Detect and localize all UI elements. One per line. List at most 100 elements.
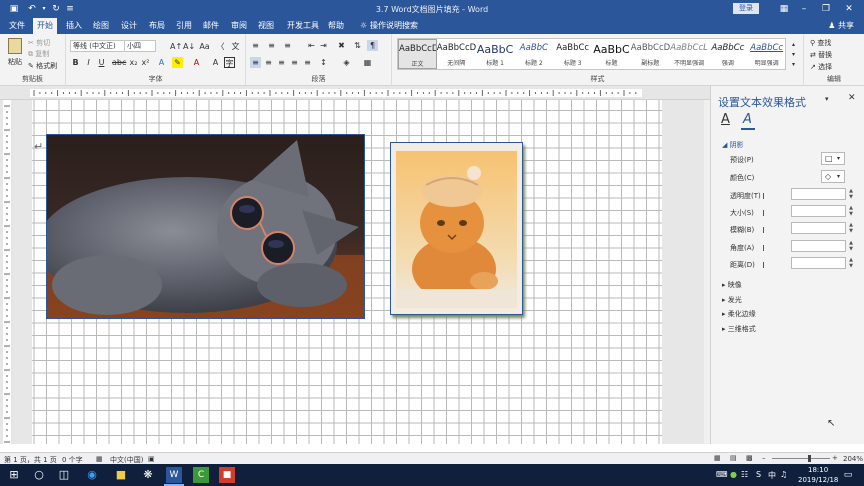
close-icon[interactable]: ✕ xyxy=(841,2,857,16)
phonetic-guide-icon[interactable]: 文 xyxy=(230,41,241,52)
tab-insert[interactable]: 插入 xyxy=(62,18,86,34)
tab-home[interactable]: 开始 xyxy=(33,18,57,34)
share-button[interactable]: ♟ 共享 xyxy=(828,18,854,34)
select-button[interactable]: ↗ 选择 xyxy=(810,62,832,72)
size-spinner[interactable]: ▲ ▼ xyxy=(848,205,854,217)
character-shading-icon[interactable]: A xyxy=(210,57,221,68)
ribbon-display-icon[interactable]: ▦ xyxy=(776,2,792,16)
angle-input[interactable] xyxy=(791,240,846,252)
three-d-section-header[interactable]: ▸ 三维格式 xyxy=(722,324,756,334)
preset-dropdown[interactable]: □ ▾ xyxy=(821,152,845,165)
align-right-icon[interactable]: ≡ xyxy=(276,57,287,68)
angle-spinner[interactable]: ▲ ▼ xyxy=(848,240,854,252)
numbering-icon[interactable]: ≡ xyxy=(266,40,277,51)
subscript-icon[interactable]: x₂ xyxy=(128,57,139,68)
blur-input[interactable] xyxy=(791,222,846,234)
minimize-icon[interactable]: – xyxy=(796,2,812,16)
blur-spinner[interactable]: ▲ ▼ xyxy=(848,222,854,234)
red-app-icon[interactable]: ■ xyxy=(219,467,235,483)
zoom-in-icon[interactable]: + xyxy=(832,454,838,462)
glow-section-header[interactable]: ▸ 发光 xyxy=(722,295,742,305)
tab-layout[interactable]: 布局 xyxy=(145,18,169,34)
clock-time[interactable]: 18:10 xyxy=(808,466,828,474)
read-mode-icon[interactable]: ▦ xyxy=(714,454,721,462)
format-painter-button[interactable]: ✎ 格式刷 xyxy=(28,61,57,71)
font-size-select[interactable]: 小四 xyxy=(124,40,156,52)
clock-date[interactable]: 2019/12/18 xyxy=(798,476,838,484)
pane-options-dropdown-icon[interactable]: ▾ xyxy=(825,95,829,103)
bold-icon[interactable]: B xyxy=(70,57,81,68)
distributed-icon[interactable]: ≡ xyxy=(302,57,313,68)
increase-indent-icon[interactable]: ⇥ xyxy=(318,40,329,51)
windows-start-icon[interactable]: ⊞ xyxy=(6,467,22,483)
distance-input[interactable] xyxy=(791,257,846,269)
tray-volume-icon[interactable]: ♫ xyxy=(780,470,787,479)
style-item[interactable]: AaBbCcD 正文 xyxy=(398,39,437,69)
justify-icon[interactable]: ≡ xyxy=(289,57,300,68)
pinned-app-icon[interactable]: ❋ xyxy=(140,467,156,483)
font-name-select[interactable]: 等线 (中文正) xyxy=(70,40,126,52)
line-spacing-icon[interactable]: ↕ xyxy=(318,57,329,68)
find-button[interactable]: ⚲ 查找 xyxy=(810,38,831,48)
cat-photo-hat-frame[interactable] xyxy=(390,142,523,315)
copy-button[interactable]: ⧉ 复制 xyxy=(28,49,49,59)
style-item[interactable]: AaBbCcL 不明显强调 xyxy=(670,39,709,69)
style-item[interactable]: AaBbCc 强调 xyxy=(708,39,747,69)
text-effects-icon[interactable]: A xyxy=(156,57,167,68)
zoom-slider[interactable] xyxy=(772,458,830,459)
align-center-icon[interactable]: ≡ xyxy=(263,57,274,68)
proofing-icon[interactable]: ▦ xyxy=(96,455,103,463)
login-button[interactable]: 登录 xyxy=(733,3,759,14)
shading-icon[interactable]: ◈ xyxy=(341,57,352,68)
pane-close-icon[interactable]: ✕ xyxy=(848,93,856,103)
transparency-input[interactable] xyxy=(791,188,846,200)
blur-slider[interactable] xyxy=(763,227,764,233)
borders-icon[interactable]: ▦ xyxy=(362,57,373,68)
style-item[interactable]: AaBbC 标题 2 xyxy=(514,39,553,69)
tray-keyboard-icon[interactable]: ⌨ xyxy=(716,470,728,479)
paste-icon[interactable] xyxy=(8,38,22,54)
change-case-icon[interactable]: Aa xyxy=(199,41,210,52)
enclose-characters-icon[interactable]: 字 xyxy=(224,57,235,68)
style-item[interactable]: AaBbCc 明显强调 xyxy=(747,39,786,69)
tab-draw[interactable]: 绘图 xyxy=(89,18,113,34)
style-item[interactable]: AaBbC 标题 xyxy=(592,39,631,69)
document-page[interactable]: ↵ xyxy=(32,100,662,444)
word-app-icon[interactable]: W xyxy=(166,467,182,483)
macro-record-icon[interactable]: ▣ xyxy=(148,455,155,463)
tab-references[interactable]: 引用 xyxy=(172,18,196,34)
soft-edges-section-header[interactable]: ▸ 柔化边缘 xyxy=(722,309,756,319)
tab-view[interactable]: 视图 xyxy=(254,18,278,34)
font-color-icon[interactable]: A xyxy=(191,57,202,68)
transparency-slider[interactable] xyxy=(763,193,764,199)
zoom-out-icon[interactable]: – xyxy=(762,454,766,462)
color-dropdown[interactable]: ◇ ▾ xyxy=(821,170,845,183)
edge-browser-icon[interactable]: ◉ xyxy=(84,467,100,483)
paste-button[interactable]: 粘贴 xyxy=(8,57,22,67)
tray-sogou-icon[interactable]: S xyxy=(756,470,761,479)
tab-developer[interactable]: 开发工具 xyxy=(283,18,323,34)
underline-icon[interactable]: U xyxy=(96,57,107,68)
tray-ime-icon[interactable]: 中 xyxy=(768,470,776,481)
vertical-ruler[interactable] xyxy=(0,100,14,444)
angle-slider[interactable] xyxy=(763,245,764,251)
notification-icon[interactable]: ▭ xyxy=(840,467,856,483)
decrease-indent-icon[interactable]: ⇤ xyxy=(306,40,317,51)
horizontal-ruler[interactable] xyxy=(0,86,710,100)
gallery-more-icon[interactable]: ▾ xyxy=(788,59,799,70)
cat-photo-sunglasses[interactable] xyxy=(46,134,365,319)
tray-network-icon[interactable]: ☷ xyxy=(741,470,748,479)
tab-help[interactable]: 帮助 xyxy=(324,18,348,34)
style-item[interactable]: AaBbCcD 无间隔 xyxy=(437,39,476,69)
shadow-section-header[interactable]: ◢ 阴影 xyxy=(722,140,744,150)
web-layout-icon[interactable]: ▩ xyxy=(746,454,753,462)
distance-spinner[interactable]: ▲ ▼ xyxy=(848,257,854,269)
shrink-font-icon[interactable]: A↓ xyxy=(183,41,195,52)
chinese-layout-icon[interactable]: ✖ xyxy=(336,40,347,51)
text-fill-outline-icon[interactable]: A xyxy=(721,112,730,127)
zoom-slider-thumb[interactable] xyxy=(808,455,811,462)
align-left-icon[interactable]: ≡ xyxy=(250,57,261,68)
restore-icon[interactable]: ❐ xyxy=(818,2,834,16)
print-layout-icon[interactable]: ▤ xyxy=(730,454,737,462)
file-explorer-icon[interactable]: ■ xyxy=(113,467,129,483)
